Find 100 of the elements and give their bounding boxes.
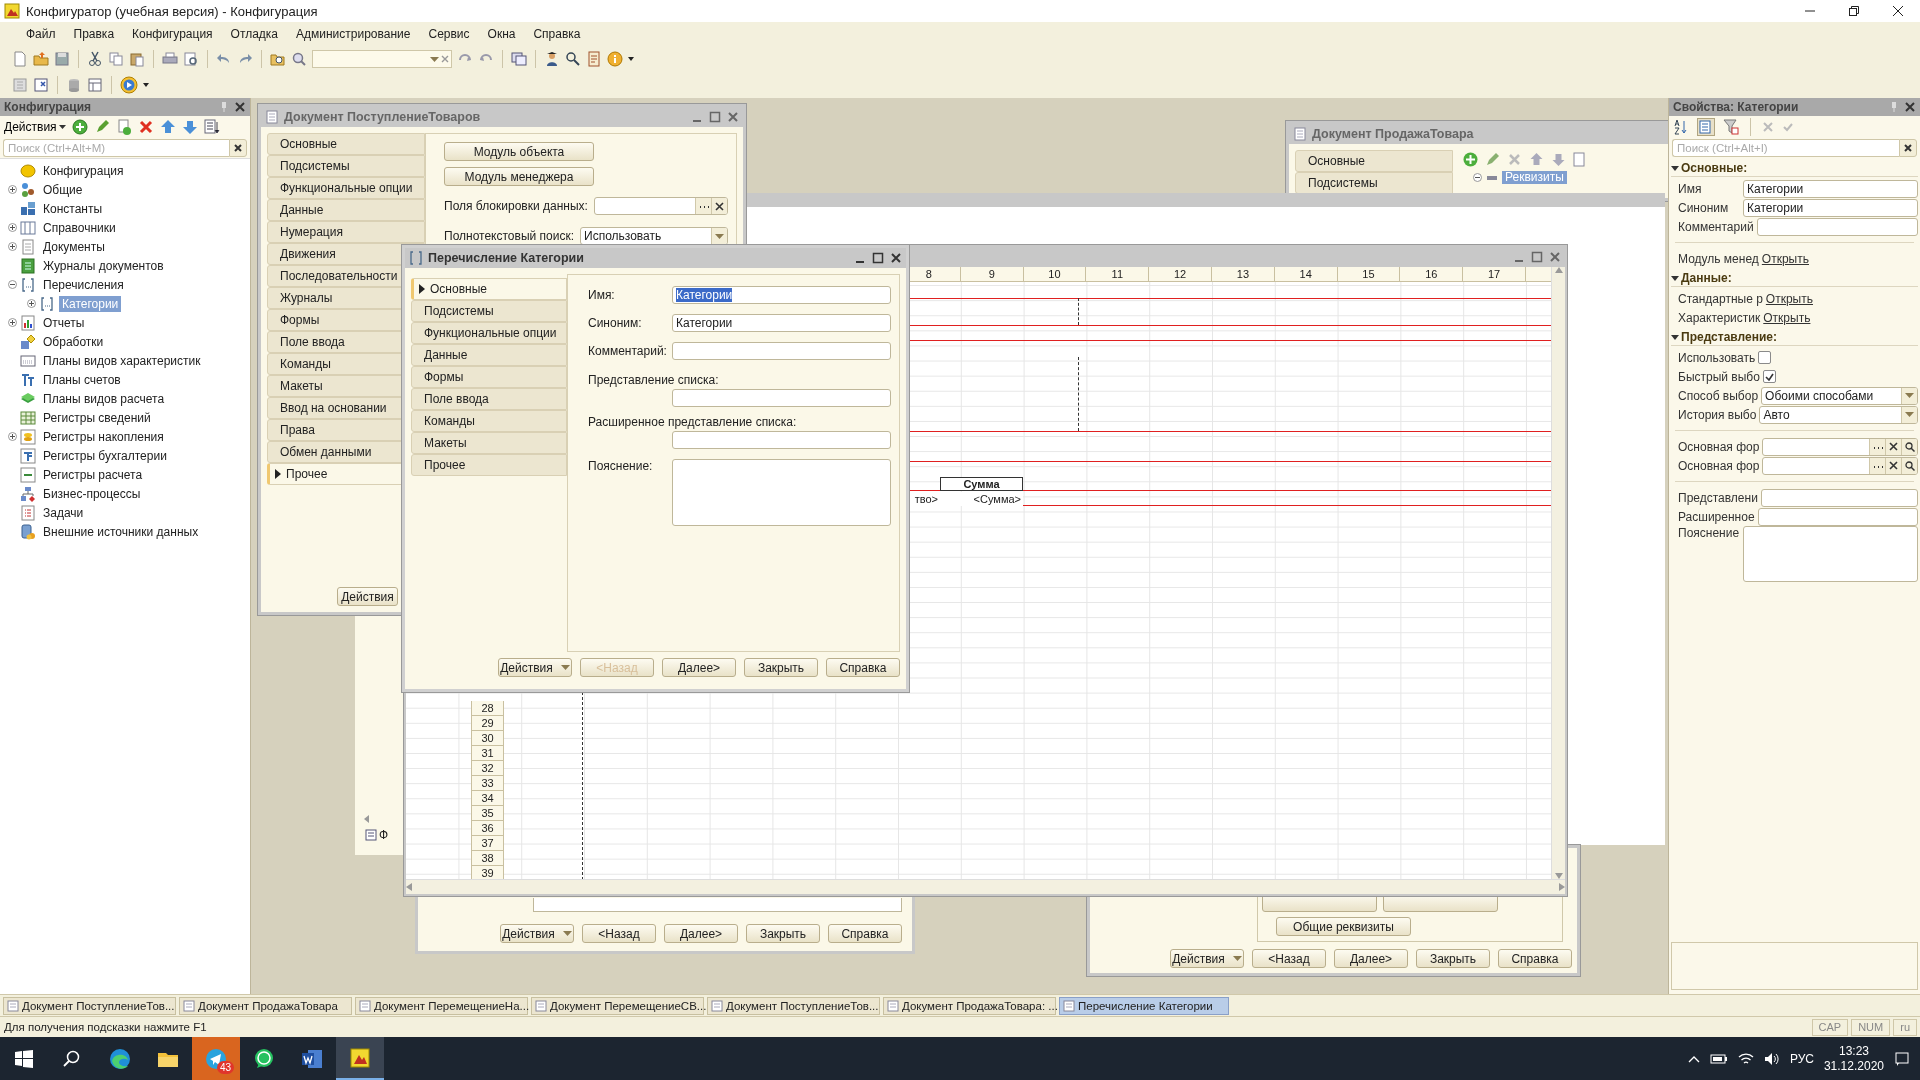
open-link[interactable]: Открыть: [1761, 251, 1809, 266]
tree-item[interactable]: Документы: [40, 238, 108, 255]
window-tab[interactable]: Документ ПродажаТовара: [179, 996, 352, 1015]
tree-item[interactable]: Общие: [40, 181, 86, 198]
actions-button[interactable]: Действия: [498, 658, 572, 677]
section-tab[interactable]: Нумерация: [267, 221, 425, 243]
dialog-button[interactable]: <Назад: [1252, 949, 1326, 968]
panel-title: Свойства: Категории: [1673, 100, 1799, 114]
dialog-button[interactable]: Закрыть: [746, 924, 820, 943]
property-label: Имя: [1678, 181, 1703, 196]
tree-item[interactable]: Конфигурация: [40, 162, 127, 179]
menu-item[interactable]: Правка: [65, 25, 123, 43]
language-indicator[interactable]: РУС: [1789, 1051, 1814, 1066]
menu-item[interactable]: Сервис: [420, 25, 478, 43]
dropdown-field[interactable]: Использовать: [580, 227, 728, 245]
section-title: Основные:: [1681, 161, 1748, 175]
actions-button[interactable]: Действия: [500, 924, 574, 943]
property-label: Модуль менед: [1678, 251, 1759, 266]
section-tab[interactable]: Прочее: [411, 454, 567, 476]
open-link[interactable]: Открыть: [1763, 310, 1811, 325]
tree-item[interactable]: Планы видов расчета: [40, 390, 168, 407]
row-number: 38: [471, 851, 504, 866]
dialog-button[interactable]: Далее>: [664, 924, 738, 943]
section-tab[interactable]: Основные: [267, 133, 425, 155]
window-tab[interactable]: Документ ПродажаТовара: ...: [883, 996, 1056, 1015]
row-number: 36: [471, 821, 504, 836]
search-field[interactable]: Поиск (Ctrl+Alt+M): [3, 139, 229, 157]
field-label: Расширенное представление списка:: [588, 415, 798, 431]
actions-button[interactable]: Действия: [1170, 949, 1244, 968]
section-tab[interactable]: Команды: [411, 410, 567, 432]
dialog-button[interactable]: Закрыть: [744, 658, 818, 677]
tree-item[interactable]: Константы: [40, 200, 106, 217]
window-title: Документ ПродажаТовара: [1312, 127, 1475, 141]
attributes-button[interactable]: Общие реквизиты: [1276, 917, 1411, 936]
table-cell: Сумма: [940, 477, 1023, 491]
property-label: Стандартные р: [1678, 291, 1763, 306]
tree-item[interactable]: Регистры сведений: [40, 409, 154, 426]
dropdown-field[interactable]: Авто: [1759, 405, 1918, 424]
row-number: 31: [471, 746, 504, 761]
menu-item[interactable]: Конфигурация: [124, 25, 221, 43]
dropdown-field[interactable]: Обоими способами: [1761, 386, 1918, 405]
section-tab[interactable]: Подсистемы: [267, 155, 425, 177]
tree-item[interactable]: Обработки: [40, 333, 107, 350]
row-number: 29: [471, 716, 504, 731]
tree-item[interactable]: Задачи: [40, 504, 87, 521]
input-field[interactable]: Категории: [672, 286, 891, 304]
window-tab[interactable]: Документ ПеремещениеСВ...: [531, 996, 704, 1015]
tree-item[interactable]: Бизнес-процессы: [40, 485, 144, 502]
dialog-button[interactable]: Справка: [1498, 949, 1572, 968]
actions-button[interactable]: Действия: [337, 587, 398, 606]
status-indicator: NUM: [1851, 1018, 1891, 1036]
menu-item[interactable]: Справка: [525, 25, 589, 43]
section-tab[interactable]: Функциональные опции: [411, 322, 567, 344]
dialog-button[interactable]: Справка: [828, 924, 902, 943]
dialog-button[interactable]: Справка: [826, 658, 900, 677]
dialog-button[interactable]: Закрыть: [1416, 949, 1490, 968]
window-tab[interactable]: Документ ПеремещениеНа...: [355, 996, 528, 1015]
tree-item[interactable]: Регистры расчета: [40, 466, 146, 483]
section-tab[interactable]: Макеты: [411, 432, 567, 454]
menu-item[interactable]: Администрирование: [288, 25, 419, 43]
window-tab[interactable]: Документ ПоступлениеТов...: [3, 996, 176, 1015]
section-tab[interactable]: Данные: [411, 344, 567, 366]
table-cell: <Сумма>: [940, 492, 1023, 506]
section-tab[interactable]: Основные: [411, 278, 567, 300]
module-button[interactable]: Модуль объекта: [444, 142, 594, 161]
menu-item[interactable]: Отладка: [222, 25, 287, 43]
search-field[interactable]: Поиск (Ctrl+Alt+I): [1672, 139, 1899, 157]
tab-label: Ф: [379, 828, 389, 842]
tree-item[interactable]: Перечисления: [40, 276, 127, 293]
tree-item[interactable]: Справочники: [40, 219, 119, 236]
tree-item[interactable]: Отчеты: [40, 314, 88, 331]
menu-item[interactable]: Файл: [18, 25, 64, 43]
section-tab[interactable]: Функциональные опции: [267, 177, 425, 199]
section-tab[interactable]: Формы: [411, 366, 567, 388]
tree-item[interactable]: Регистры накопления: [40, 428, 167, 445]
tree-item[interactable]: Планы видов характеристик: [40, 352, 204, 369]
property-label: Синоним: [1678, 200, 1730, 215]
tree-item[interactable]: Планы счетов: [40, 371, 124, 388]
section-tab[interactable]: Поле ввода: [411, 388, 567, 410]
module-button[interactable]: Модуль менеджера: [444, 167, 594, 186]
property-label: Основная фор: [1678, 458, 1760, 473]
tree-item[interactable]: Регистры бухгалтерии: [40, 447, 170, 464]
window-tab[interactable]: Перечисление Категории: [1059, 996, 1229, 1015]
dialog-button[interactable]: Далее>: [1334, 949, 1408, 968]
tree-item[interactable]: Внешние источники данных: [40, 523, 202, 540]
section-tab[interactable]: Данные: [267, 199, 425, 221]
tree-item[interactable]: Журналы документов: [40, 257, 167, 274]
open-link[interactable]: Открыть: [1765, 291, 1813, 306]
window-tab[interactable]: Документ ПоступлениеТов...: [707, 996, 880, 1015]
input-field[interactable]: Категории: [1743, 198, 1918, 217]
section-tab[interactable]: Подсистемы: [1295, 172, 1453, 194]
dialog-button[interactable]: Далее>: [662, 658, 736, 677]
input-field[interactable]: Категории: [1743, 179, 1918, 198]
menu-item[interactable]: Окна: [479, 25, 524, 43]
row-number: 37: [471, 836, 504, 851]
dialog-button[interactable]: <Назад: [582, 924, 656, 943]
actions-menu[interactable]: Действия: [4, 120, 66, 134]
section-tab[interactable]: Подсистемы: [411, 300, 567, 322]
input-field[interactable]: Категории: [672, 314, 891, 332]
section-tab[interactable]: Основные: [1295, 150, 1453, 172]
